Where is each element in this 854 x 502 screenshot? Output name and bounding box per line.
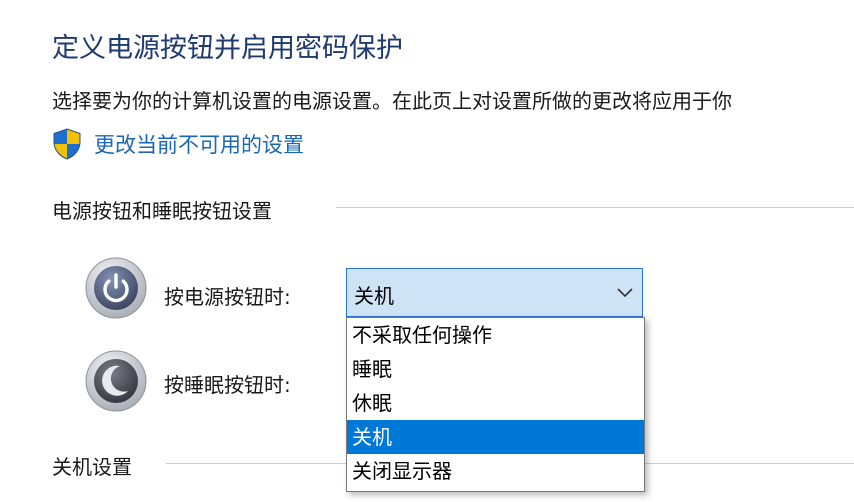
power-button-action-value: 关机 — [354, 284, 394, 308]
change-settings-link[interactable]: 更改当前不可用的设置 — [52, 127, 304, 161]
power-options-page: 定义电源按钮并启用密码保护 选择要为你的计算机设置的电源设置。在此页上对设置所做… — [0, 0, 854, 502]
sleep-button-label: 按睡眠按钮时: — [164, 373, 291, 397]
uac-shield-icon — [53, 128, 81, 160]
power-button-action-select[interactable]: 关机 — [346, 268, 643, 317]
shutdown-section-heading: 关机设置 — [52, 451, 132, 480]
power-section-divider — [336, 207, 854, 208]
power-button-icon — [85, 257, 147, 319]
option-hibernate[interactable]: 休眠 — [347, 386, 644, 420]
option-do-nothing[interactable]: 不采取任何操作 — [347, 318, 644, 352]
power-button-label: 按电源按钮时: — [164, 285, 291, 309]
page-description: 选择要为你的计算机设置的电源设置。在此页上对设置所做的更改将应用于你 — [52, 89, 732, 113]
sleep-button-icon — [85, 350, 147, 412]
option-sleep[interactable]: 睡眠 — [347, 352, 644, 386]
option-turn-off-display[interactable]: 关闭显示器 — [347, 454, 644, 488]
option-shutdown[interactable]: 关机 — [347, 420, 644, 454]
power-button-action-dropdown: 不采取任何操作 睡眠 休眠 关机 关闭显示器 — [346, 317, 645, 492]
chevron-down-icon — [617, 288, 633, 298]
power-section-heading: 电源按钮和睡眠按钮设置 — [52, 195, 272, 224]
page-title: 定义电源按钮并启用密码保护 — [52, 33, 403, 64]
change-settings-link-label[interactable]: 更改当前不可用的设置 — [94, 129, 304, 159]
